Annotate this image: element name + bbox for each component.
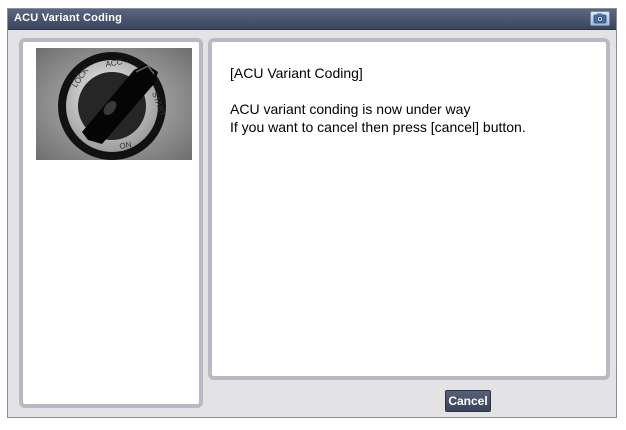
title-bar: ACU Variant Coding [8,9,616,30]
ignition-switch-image: LOCK ACC START ON [36,48,192,160]
message-line-1: ACU variant conding is now under way [230,101,471,117]
window-title: ACU Variant Coding [14,12,123,24]
message-panel: [ACU Variant Coding] ACU variant conding… [208,38,610,380]
message-line-2: If you want to cancel then press [cancel… [230,119,526,135]
camera-icon[interactable] [590,11,610,26]
image-panel: LOCK ACC START ON [19,38,203,408]
message-title: [ACU Variant Coding] [230,65,363,81]
cancel-button[interactable]: Cancel [445,390,491,412]
